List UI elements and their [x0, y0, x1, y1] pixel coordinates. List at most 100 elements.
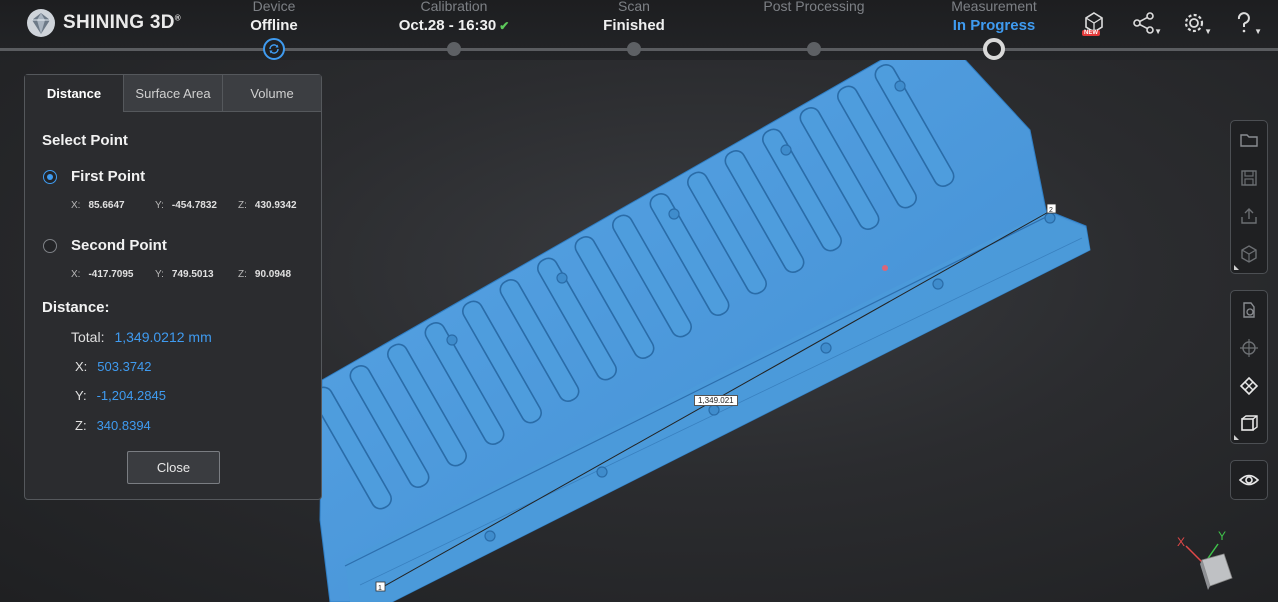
cube-icon [1241, 245, 1257, 263]
expand-corner-icon [1234, 435, 1239, 440]
dx-row: X: 503.3742 [75, 359, 152, 374]
model-hole [1044, 212, 1056, 224]
open-folder-button[interactable] [1231, 121, 1267, 159]
view-cube-button[interactable] [1231, 405, 1267, 443]
first-z-value: 430.9342 [254, 200, 297, 211]
step-scan-value: Finished [603, 17, 665, 34]
top-bar: SHINING 3D® Device Offline Calibration O… [0, 0, 1278, 60]
second-point-option[interactable]: Second Point [43, 237, 167, 254]
step-measurement-title: Measurement [951, 0, 1037, 14]
dz-label: Z: [75, 418, 87, 433]
model-hole [484, 530, 496, 542]
cursor-marker [882, 265, 888, 271]
logo-registered: ® [174, 13, 181, 23]
dimension-label: 1,349.021 [694, 395, 738, 406]
sync-icon [269, 44, 279, 54]
save-button[interactable] [1231, 159, 1267, 197]
step-scan[interactable]: Scan Finished [554, 0, 714, 34]
total-distance-row: Total: 1,349.0212 mm [71, 329, 212, 345]
dy-value: -1,204.2845 [96, 388, 166, 403]
second-point-label: Second Point [71, 237, 167, 254]
step-scan-node[interactable] [627, 42, 641, 56]
first-point-option[interactable]: First Point [43, 168, 145, 185]
step-calibration-title: Calibration [420, 0, 488, 14]
distance-title: Distance: [42, 299, 110, 316]
visibility-button[interactable] [1231, 461, 1267, 499]
model-hole [446, 334, 458, 346]
second-z-value: 90.0948 [254, 269, 292, 280]
folder-icon [1240, 134, 1258, 147]
first-y-value: -454.7832 [171, 200, 217, 211]
dy-label: Y: [75, 388, 87, 403]
model-hole [780, 144, 792, 156]
tab-distance[interactable]: Distance [25, 75, 123, 112]
eye-icon [1238, 474, 1260, 486]
model-view-button[interactable] [1231, 235, 1267, 273]
measurement-panel: Distance Surface Area Volume Select Poin… [24, 74, 322, 500]
model-hole [596, 466, 608, 478]
second-point-radio[interactable] [43, 238, 57, 253]
step-device-node[interactable] [263, 38, 285, 60]
settings-button[interactable]: ▼ [1176, 8, 1212, 38]
model-hole [894, 80, 906, 92]
point1-marker: 1 [378, 585, 382, 592]
axis-y-label: Y [1218, 529, 1226, 543]
first-point-radio[interactable] [43, 169, 57, 184]
step-post-processing-node[interactable] [807, 42, 821, 56]
new-badge: NEW [1082, 30, 1100, 36]
step-device-title: Device [252, 0, 296, 14]
diamond-logo-icon [27, 9, 55, 37]
save-icon [1241, 170, 1257, 186]
export-button[interactable] [1231, 197, 1267, 235]
align-icon [1239, 376, 1259, 396]
first-x-label: X: [71, 200, 81, 211]
second-z-label: Z: [238, 269, 247, 280]
model-hole [668, 208, 680, 220]
second-x-label: X: [71, 269, 81, 280]
model-new-button[interactable]: NEW [1076, 8, 1112, 38]
select-point-title: Select Point [42, 132, 128, 149]
expand-corner-icon [1234, 265, 1239, 270]
model-hole [932, 278, 944, 290]
share-button[interactable]: ▼ [1126, 8, 1162, 38]
check-icon: ✔ [499, 19, 510, 33]
second-y-value: 749.5013 [171, 269, 214, 280]
axis-x-label: X [1177, 535, 1185, 549]
help-button[interactable]: ▼ [1226, 8, 1262, 38]
target-button[interactable] [1231, 329, 1267, 367]
measure-toolbar [1230, 290, 1268, 444]
view-cube-icon [1241, 415, 1258, 431]
dx-label: X: [75, 359, 88, 374]
target-icon [1240, 339, 1258, 357]
visibility-toolbar [1230, 460, 1268, 500]
total-label: Total: [71, 329, 105, 345]
file-toolbar [1230, 120, 1268, 274]
dz-value: 340.8394 [96, 418, 151, 433]
chevron-down-icon: ▼ [1254, 27, 1262, 36]
chevron-down-icon: ▼ [1154, 27, 1162, 36]
export-icon [1241, 208, 1257, 224]
step-measurement-node[interactable] [983, 38, 1005, 60]
tab-volume[interactable]: Volume [222, 75, 321, 112]
tab-surface-area[interactable]: Surface Area [123, 75, 222, 112]
step-device[interactable]: Device Offline [194, 0, 354, 34]
axis-gizmo[interactable]: X Y [1174, 524, 1244, 594]
first-x-value: 85.6647 [88, 200, 125, 211]
model-hole [708, 404, 720, 416]
dz-row: Z: 340.8394 [75, 418, 151, 433]
step-device-value: Offline [250, 17, 298, 34]
logo-text: SHINING 3D [63, 12, 175, 33]
first-z-label: Z: [238, 200, 247, 211]
second-x-value: -417.7095 [88, 269, 134, 280]
align-button[interactable] [1231, 367, 1267, 405]
measure-tool-button[interactable] [1231, 291, 1267, 329]
step-post-processing[interactable]: Post Processing [734, 0, 894, 17]
step-measurement[interactable]: Measurement In Progress [914, 0, 1074, 34]
first-point-label: First Point [71, 168, 146, 185]
total-value: 1,349.0212 mm [114, 329, 212, 345]
step-calibration-node[interactable] [447, 42, 461, 56]
close-button[interactable]: Close [127, 451, 220, 484]
step-scan-title: Scan [618, 0, 650, 14]
step-calibration[interactable]: Calibration Oct.28 - 16:30 ✔ [374, 0, 534, 34]
model-hole [820, 342, 832, 354]
